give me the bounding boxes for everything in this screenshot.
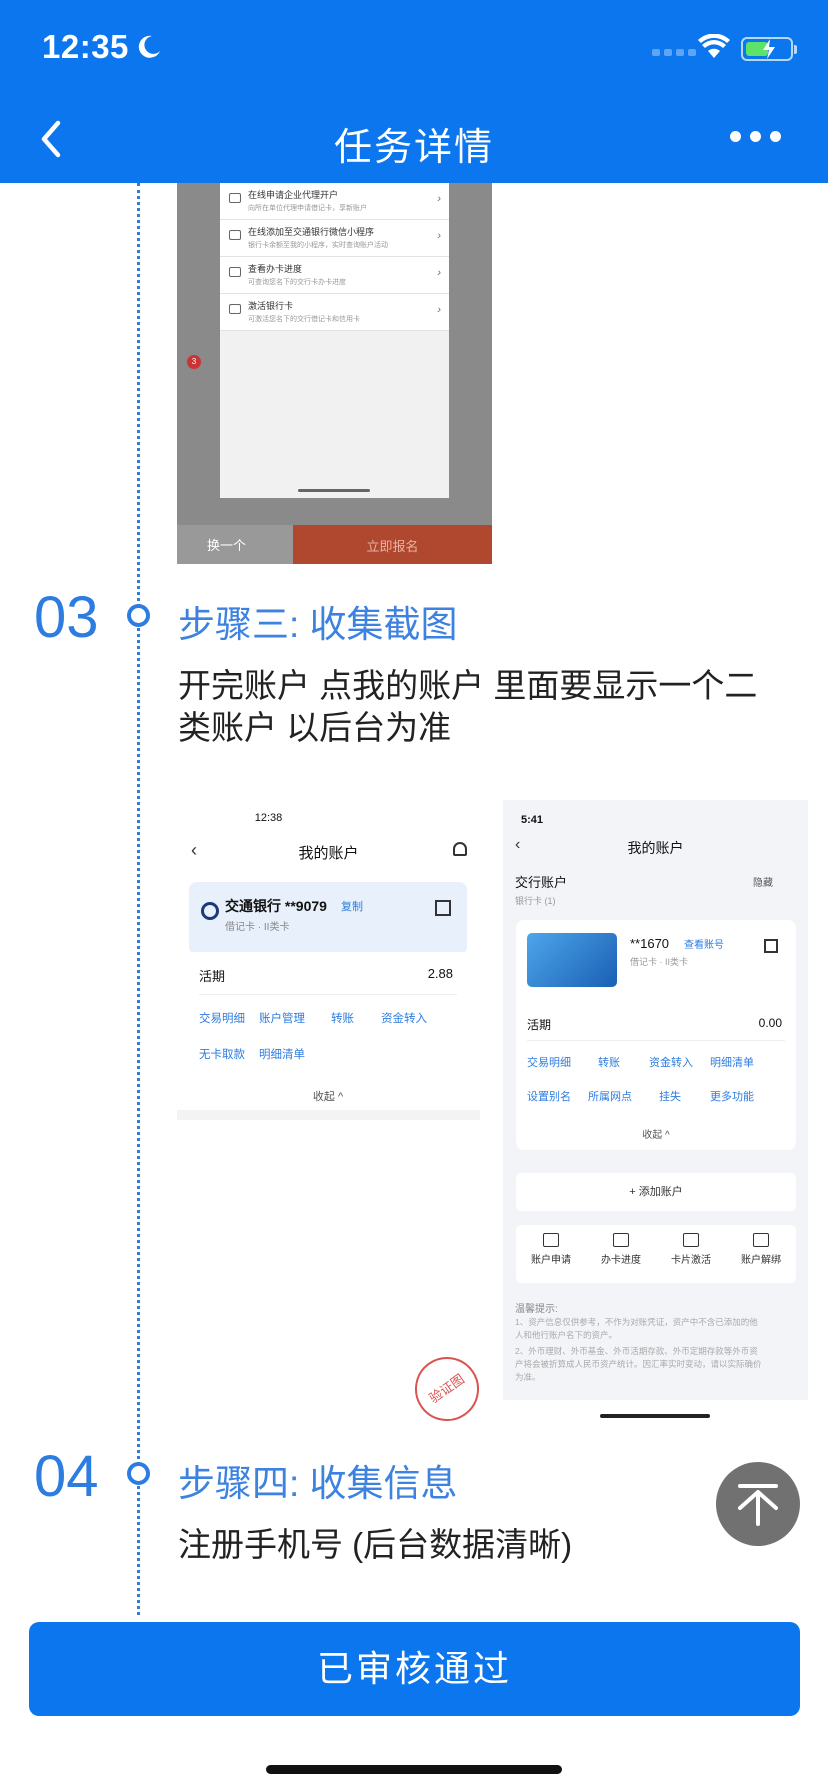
- bottom-sheet: 在线申请企业代理开户 向所在单位代理申请借记卡，享新账户 › 在线添加至交通银行微信…: [220, 183, 449, 498]
- bank-card-image: [527, 933, 617, 987]
- step-title: 步骤三: 收集截图: [178, 604, 458, 645]
- step-dot: [127, 1462, 150, 1485]
- step-title: 步骤四: 收集信息: [178, 1463, 458, 1504]
- timeline-line: [137, 183, 140, 1615]
- account-card: 交通银行 **9079 复制 借记卡 · II类卡: [189, 882, 467, 955]
- moon-icon: [138, 35, 160, 58]
- approved-button[interactable]: 已审核通过: [29, 1622, 800, 1716]
- screenshot-home-indicator: [600, 1414, 710, 1418]
- signup-label: 立即报名: [293, 525, 492, 564]
- example-screenshot-2: 12:38 ‹ 我的账户 交通银行 **9079 复制 借记卡 · II类卡 活…: [177, 800, 480, 1420]
- scroll-to-top-button[interactable]: [716, 1462, 800, 1546]
- battery-icon: [741, 37, 797, 61]
- list-item: 在线申请企业代理开户 向所在单位代理申请借记卡，享新账户 ›: [220, 183, 449, 220]
- qr-code-icon: [764, 939, 778, 953]
- step-number: 03: [34, 585, 99, 650]
- qr-code-icon: [435, 900, 451, 916]
- bank-logo-icon: [201, 902, 219, 920]
- step-description: 注册手机号 (后台数据清晰): [178, 1526, 573, 1563]
- list-item: 查看办卡进度 可查询您名下的交行卡办卡进度 ›: [220, 257, 449, 294]
- example-screenshot-3: 5:41 ‹ 我的账户 交行账户 银行卡 (1) 隐藏 **1670 查看账号 …: [503, 800, 808, 1400]
- refresh-label: 换一个: [177, 525, 293, 564]
- signal-icon: [652, 49, 696, 56]
- list-item: 激活银行卡 可激活您名下的交行借记卡和信用卡 ›: [220, 294, 449, 331]
- step-dot: [127, 604, 150, 627]
- step-number: 04: [34, 1444, 99, 1509]
- app-header: 12:35 任务详情: [0, 0, 828, 183]
- list-item: 在线添加至交通银行微信小程序 银行卡余额至我的小程序，实时查询账户活动 ›: [220, 220, 449, 257]
- page-title: 任务详情: [333, 127, 494, 169]
- wifi-icon: [698, 34, 730, 58]
- home-indicator: [266, 1765, 562, 1774]
- more-options-button[interactable]: [730, 131, 781, 142]
- headset-icon: [453, 842, 467, 856]
- status-time: 12:35: [42, 28, 129, 65]
- example-screenshot-1: 3 在线申请企业代理开户 向所在单位代理申请借记卡，享新账户 › 在线添加至交通银行…: [177, 183, 492, 564]
- account-card: **1670 查看账号 借记卡 · II类卡 活期 0.00 交易明细 转账 资…: [516, 920, 796, 1150]
- sheet-handle: [298, 489, 370, 492]
- step-description: 开完账户 点我的账户 里面要显示一个二 类账户 以后台为准: [178, 667, 758, 746]
- arrow-up-icon: [738, 1484, 778, 1526]
- step-badge: 3: [187, 355, 201, 369]
